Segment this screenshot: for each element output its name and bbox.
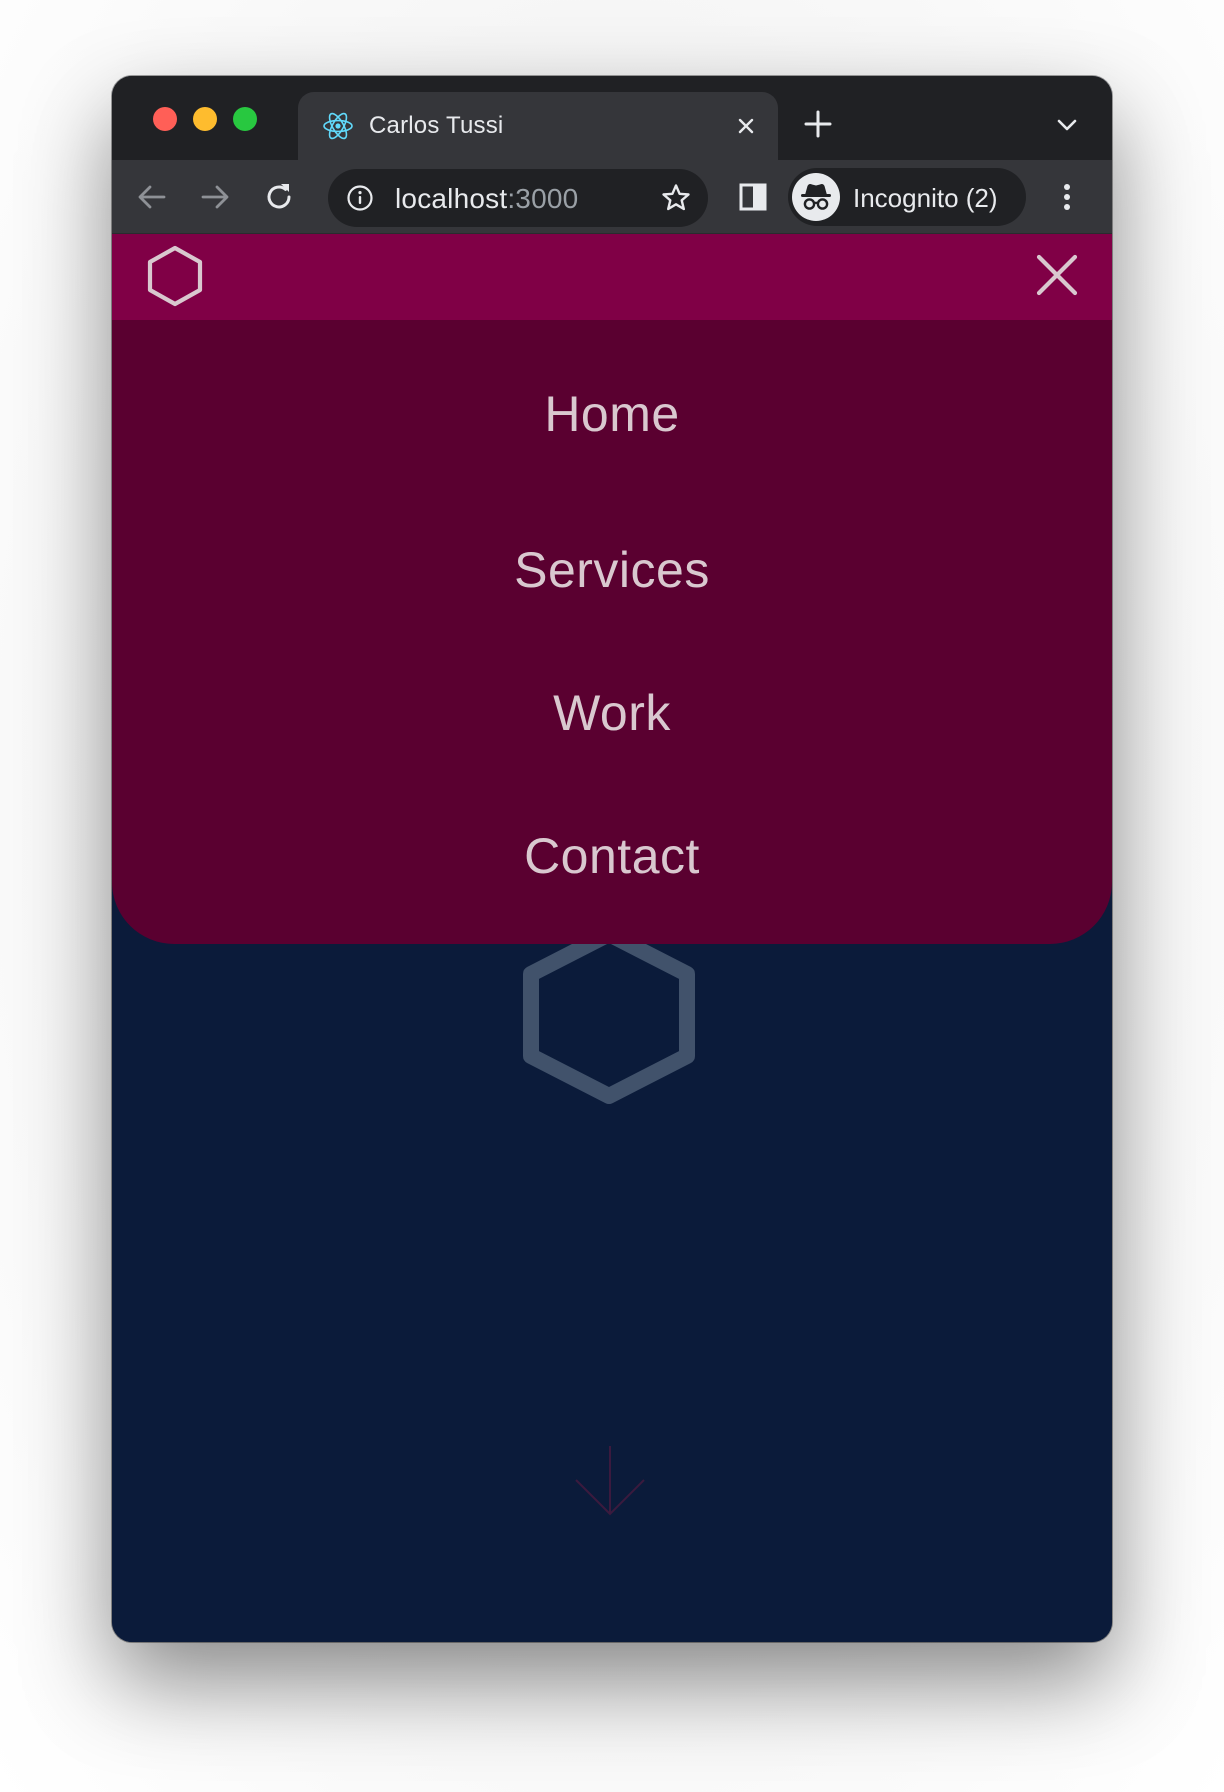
- browser-window: Carlos Tussi localhost:3000 Incognito (2…: [112, 76, 1112, 1642]
- tab-title: Carlos Tussi: [369, 112, 504, 139]
- bookmark-star-icon[interactable]: [660, 182, 692, 214]
- menu-item-home[interactable]: Home: [112, 320, 1112, 498]
- info-icon[interactable]: [346, 184, 374, 212]
- minimize-window-button[interactable]: [193, 107, 217, 131]
- react-icon: [322, 110, 354, 142]
- new-tab-icon[interactable]: [802, 108, 834, 140]
- url-host: localhost: [395, 183, 508, 214]
- back-arrow-icon[interactable]: [134, 179, 170, 215]
- menu-item-contact[interactable]: Contact: [112, 784, 1112, 927]
- hexagon-logo-icon: [516, 922, 702, 1108]
- address-bar[interactable]: localhost:3000: [328, 169, 708, 227]
- url-text: localhost:3000: [395, 183, 578, 215]
- hexagon-logo-icon[interactable]: [146, 244, 204, 308]
- more-options-icon[interactable]: [1060, 180, 1074, 214]
- browser-toolbar: localhost:3000 Incognito (2): [112, 160, 1112, 234]
- menu-item-services[interactable]: Services: [112, 498, 1112, 641]
- forward-arrow-icon[interactable]: [197, 179, 233, 215]
- maximize-window-button[interactable]: [233, 107, 257, 131]
- close-window-button[interactable]: [153, 107, 177, 131]
- menu-item-work[interactable]: Work: [112, 641, 1112, 784]
- url-port: :3000: [507, 183, 579, 214]
- desktop-background: Carlos Tussi localhost:3000 Incognito (2…: [0, 0, 1224, 1792]
- scroll-down-arrow-icon[interactable]: [572, 1444, 648, 1520]
- tab-active[interactable]: Carlos Tussi: [298, 92, 778, 160]
- incognito-label: Incognito (2): [853, 183, 998, 213]
- side-panel-icon[interactable]: [736, 180, 770, 214]
- incognito-profile-button[interactable]: Incognito (2): [788, 168, 1026, 226]
- close-menu-icon[interactable]: [1034, 252, 1080, 298]
- mobile-menu-panel: Home Services Work Contact: [112, 234, 1112, 944]
- tab-strip: Carlos Tussi: [112, 76, 1112, 160]
- page-content: Home Services Work Contact: [112, 234, 1112, 1642]
- incognito-icon: [792, 173, 840, 221]
- chevron-down-icon[interactable]: [1054, 112, 1080, 138]
- reload-icon[interactable]: [261, 179, 297, 215]
- navbar: [112, 234, 1112, 320]
- close-tab-icon[interactable]: [732, 112, 760, 140]
- menu-list: Home Services Work Contact: [112, 320, 1112, 927]
